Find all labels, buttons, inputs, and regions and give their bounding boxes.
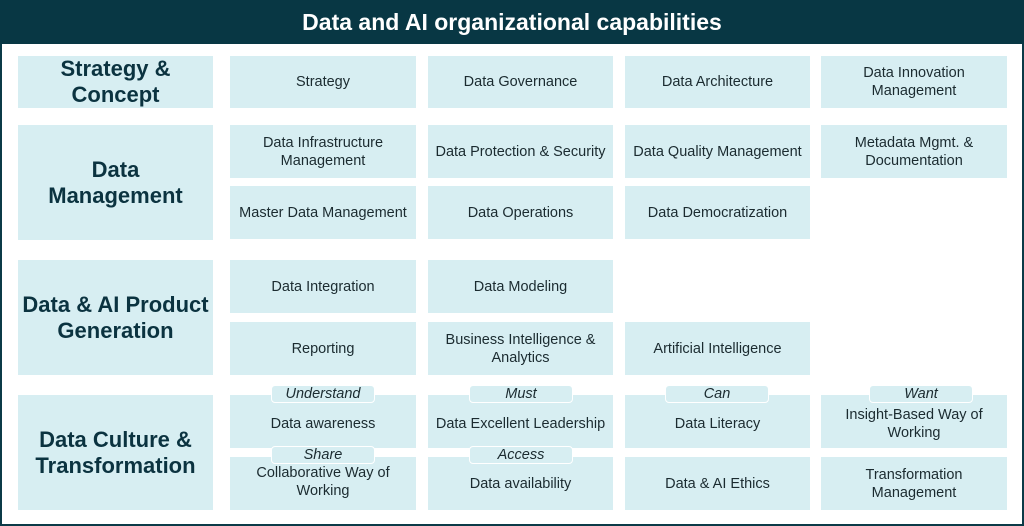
capability-data-governance: Data Governance bbox=[428, 56, 613, 108]
capability-reporting: Reporting bbox=[230, 322, 416, 375]
capability-data-protection-security: Data Protection & Security bbox=[428, 125, 613, 178]
capability-data-innovation-management: Data Innovation Management bbox=[821, 56, 1007, 108]
tag-want: Want bbox=[869, 385, 973, 403]
category-data-management: Data Management bbox=[18, 125, 213, 240]
capability-data-availability: Data availability bbox=[428, 457, 613, 510]
category-data-culture-transformation: Data Culture & Transformation bbox=[18, 395, 213, 510]
capability-data-modeling: Data Modeling bbox=[428, 260, 613, 313]
capability-metadata-mgmt-documentation: Metadata Mgmt. & Documentation bbox=[821, 125, 1007, 178]
capability-strategy: Strategy bbox=[230, 56, 416, 108]
category-strategy-concept: Strategy & Concept bbox=[18, 56, 213, 108]
capability-business-intelligence-analytics: Business Intelligence & Analytics bbox=[428, 322, 613, 375]
capability-artificial-intelligence: Artificial Intelligence bbox=[625, 322, 810, 375]
capability-data-infrastructure-management: Data Infrastructure Management bbox=[230, 125, 416, 178]
tag-can: Can bbox=[665, 385, 769, 403]
category-data-ai-product-generation: Data & AI Product Generation bbox=[18, 260, 213, 375]
page-title: Data and AI organizational capabilities bbox=[0, 0, 1024, 44]
capability-transformation-management: Transformation Management bbox=[821, 457, 1007, 510]
capability-data-democratization: Data Democratization bbox=[625, 186, 810, 239]
capability-data-quality-management: Data Quality Management bbox=[625, 125, 810, 178]
capability-data-ai-ethics: Data & AI Ethics bbox=[625, 457, 810, 510]
capability-master-data-management: Master Data Management bbox=[230, 186, 416, 239]
capability-data-operations: Data Operations bbox=[428, 186, 613, 239]
tag-share: Share bbox=[271, 446, 375, 464]
capability-collaborative-way-of-working: Collaborative Way of Working bbox=[230, 457, 416, 510]
tag-understand: Understand bbox=[271, 385, 375, 403]
tag-access: Access bbox=[469, 446, 573, 464]
capability-data-architecture: Data Architecture bbox=[625, 56, 810, 108]
capability-data-integration: Data Integration bbox=[230, 260, 416, 313]
tag-must: Must bbox=[469, 385, 573, 403]
